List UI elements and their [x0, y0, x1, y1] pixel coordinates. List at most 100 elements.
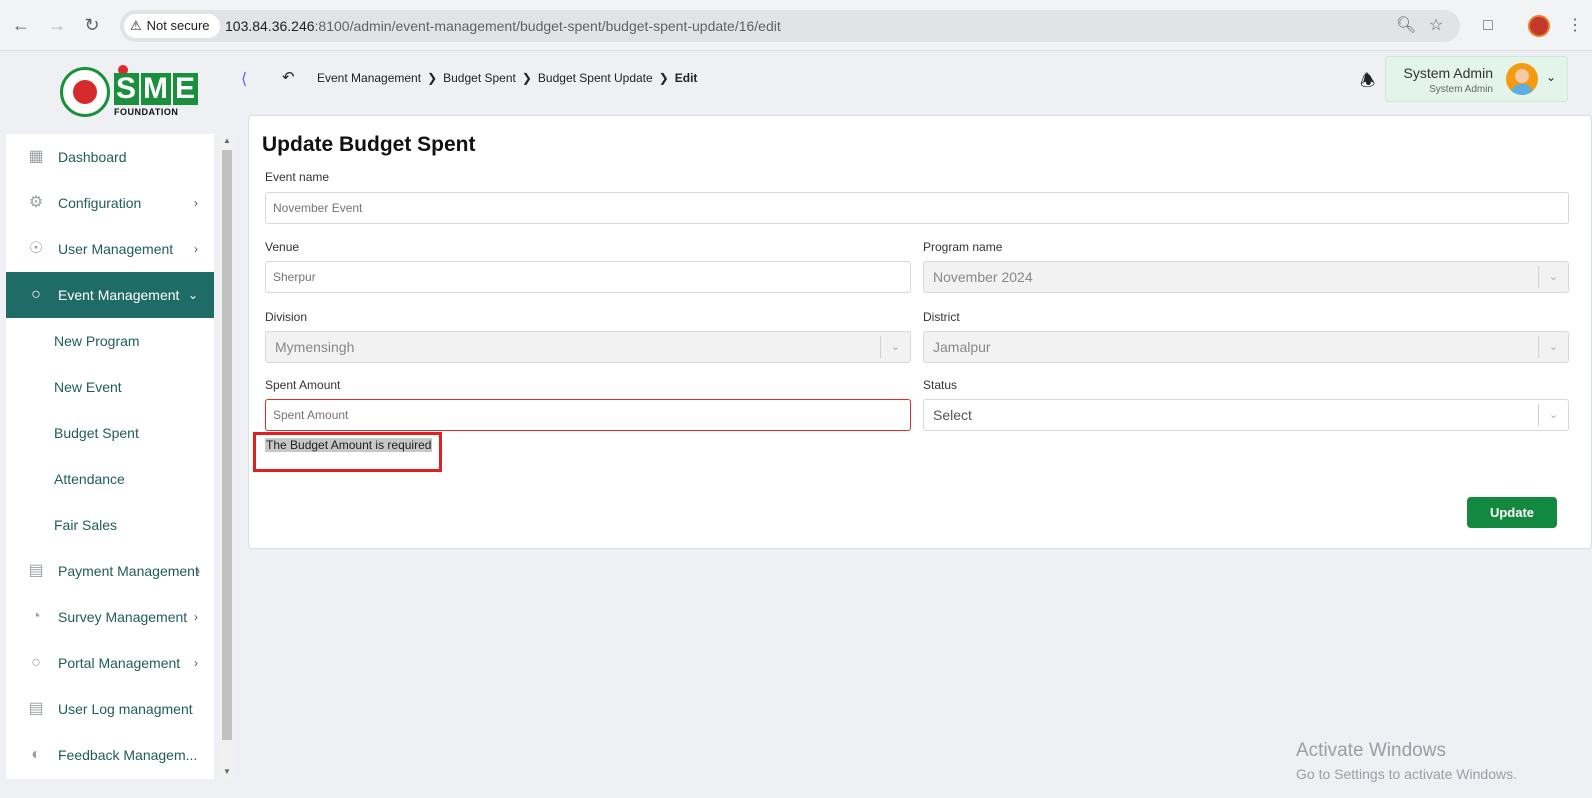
sidebar-item-user-management[interactable]: ☉ User Management › — [6, 226, 214, 272]
status-select[interactable]: Select ⌄ — [923, 399, 1569, 431]
sidebar-item-label: Survey Management — [58, 609, 188, 625]
sidebar-item-feedback-management[interactable]: ◐ Feedback Managem... — [6, 732, 214, 778]
bell-icon[interactable]: 🕭︎ — [1360, 68, 1375, 97]
url-text[interactable]: 103.84.36.246:8100/admin/event-managemen… — [225, 10, 781, 42]
scroll-up-icon[interactable]: ▲ — [222, 136, 232, 146]
chevron-right-icon: › — [194, 242, 198, 256]
error-highlight-box — [253, 432, 442, 472]
logo-letter: S — [114, 72, 140, 105]
warning-icon: ⚠ — [130, 18, 142, 33]
breadcrumb-item[interactable]: Event Management — [317, 71, 421, 85]
back-arrow-icon[interactable]: ← — [10, 14, 32, 36]
sidebar-menu: ▦ Dashboard ⚙ Configuration › ☉ User Man… — [6, 134, 214, 779]
back-icon[interactable]: ↶ — [282, 68, 295, 86]
zoom-icon[interactable]: 🔍︎ — [1396, 16, 1416, 36]
chevron-down-icon: ⌄ — [187, 288, 198, 302]
division-select[interactable]: Mymensingh ⌄ — [265, 331, 911, 363]
chevron-down-icon: ⌄ — [880, 336, 910, 358]
event-name-input[interactable] — [265, 192, 1569, 224]
extensions-icon[interactable]: □ — [1476, 14, 1500, 38]
security-label: Not secure — [146, 18, 210, 33]
grid-icon: ▦ — [28, 148, 44, 165]
chevron-down-icon: ⌄ — [1538, 336, 1568, 358]
chevron-right-icon: › — [196, 564, 200, 578]
reload-icon[interactable]: ↻ — [81, 14, 103, 36]
status-value: Select — [933, 407, 972, 423]
spent-amount-input[interactable] — [265, 399, 911, 431]
chevron-right-icon: ❯ — [427, 71, 438, 85]
bookmark-star-icon[interactable]: ☆ — [1426, 16, 1446, 36]
chevron-down-icon[interactable]: ⌄ — [1546, 70, 1556, 84]
chevron-right-icon: ❯ — [521, 71, 532, 85]
user-name: System Admin — [1403, 65, 1493, 81]
breadcrumb: Event Management ❯ Budget Spent ❯ Budget… — [317, 71, 697, 85]
chevron-right-icon: › — [194, 656, 198, 670]
logo-letter: M — [141, 72, 172, 105]
logo-letters: S M E — [114, 72, 199, 105]
chevron-down-icon: ⌄ — [1538, 404, 1568, 426]
sidebar-item-label: User Log managment — [58, 701, 193, 717]
sidebar-item-survey-management[interactable]: ◔ Survey Management › — [6, 594, 214, 640]
payment-icon: ▤ — [28, 562, 44, 579]
update-button[interactable]: Update — [1467, 497, 1557, 528]
division-value: Mymensingh — [275, 339, 355, 355]
event-name-label: Event name — [265, 170, 330, 184]
logo-letter: E — [173, 72, 199, 105]
logo-subtitle: FOUNDATION — [114, 107, 179, 117]
district-value: Jamalpur — [933, 339, 991, 355]
avatar — [1506, 63, 1538, 95]
lock-icon: ○ — [31, 286, 41, 303]
sidebar-item-label: Portal Management — [58, 655, 181, 671]
address-bar[interactable]: ⚠ Not secure 103.84.36.246:8100/admin/ev… — [120, 10, 1460, 42]
breadcrumb-item[interactable]: Budget Spent Update — [538, 71, 653, 85]
program-name-value: November 2024 — [933, 269, 1033, 285]
venue-input[interactable] — [265, 261, 911, 293]
log-icon: ▤ — [28, 700, 44, 717]
sidebar-item-label: User Management — [58, 241, 174, 257]
more-menu-icon[interactable]: ⋮ — [1563, 14, 1587, 38]
forward-arrow-icon[interactable]: → — [46, 14, 68, 36]
status-label: Status — [923, 378, 958, 392]
scrollbar-thumb[interactable] — [222, 150, 232, 740]
browser-toolbar: ← → ↻ ⚠ Not secure 103.84.36.246:8100/ad… — [0, 0, 1592, 51]
sidebar-item-event-management[interactable]: ○ Event Management ⌄ — [6, 272, 214, 318]
chevron-right-icon: › — [194, 196, 198, 210]
sidebar-scrollbar[interactable]: ▲ ▼ — [220, 134, 234, 779]
sidebar-item-dashboard[interactable]: ▦ Dashboard — [6, 134, 214, 180]
district-select[interactable]: Jamalpur ⌄ — [923, 331, 1569, 363]
breadcrumb-current: Edit — [674, 71, 698, 85]
submenu-item-budget-spent[interactable]: Budget Spent — [6, 410, 214, 456]
venue-label: Venue — [265, 240, 300, 254]
profile-avatar-icon[interactable] — [1528, 15, 1550, 37]
breadcrumb-item[interactable]: Budget Spent — [443, 71, 516, 85]
activate-windows-subtitle: Go to Settings to activate Windows. — [1296, 766, 1517, 782]
division-label: Division — [265, 310, 308, 324]
user-menu[interactable]: System Admin System Admin ⌄ — [1385, 56, 1568, 102]
program-name-select[interactable]: November 2024 ⌄ — [923, 261, 1569, 293]
sme-foundation-logo: S M E FOUNDATION — [60, 65, 199, 119]
district-label: District — [923, 310, 960, 324]
submenu-item-new-program[interactable]: New Program — [6, 318, 214, 364]
update-budget-card: Update Budget Spent Event name Venue Pro… — [248, 115, 1592, 549]
sidebar-item-label: Feedback Managem... — [58, 747, 198, 763]
page-title: Update Budget Spent — [262, 133, 476, 156]
submenu-item-attendance[interactable]: Attendance — [6, 456, 214, 502]
scroll-down-icon[interactable]: ▼ — [222, 767, 232, 777]
sidebar-item-user-log[interactable]: ▤ User Log managment — [6, 686, 214, 732]
config-icon: ⚙ — [28, 194, 44, 211]
activate-windows-title: Activate Windows — [1296, 740, 1446, 761]
sidebar-item-configuration[interactable]: ⚙ Configuration › — [6, 180, 214, 226]
user-role: System Admin — [1429, 84, 1493, 95]
shield-icon: ☉ — [28, 240, 44, 257]
sidebar-item-label: Configuration — [58, 195, 142, 211]
submenu-item-new-event[interactable]: New Event — [6, 364, 214, 410]
submenu-item-fair-sales[interactable]: Fair Sales — [6, 502, 214, 548]
pie-icon: ◔ — [31, 608, 41, 625]
sidebar-item-payment-management[interactable]: ▤ Payment Management › — [6, 548, 214, 594]
security-chip[interactable]: ⚠ Not secure — [124, 14, 220, 38]
url-host: 103.84.36.246 — [225, 18, 315, 34]
sidebar-item-portal-management[interactable]: ○ Portal Management › — [6, 640, 214, 686]
chevron-right-icon: ❯ — [658, 71, 669, 85]
emblem-icon — [60, 67, 110, 117]
collapse-sidebar-icon[interactable]: ⟨ — [241, 69, 247, 89]
